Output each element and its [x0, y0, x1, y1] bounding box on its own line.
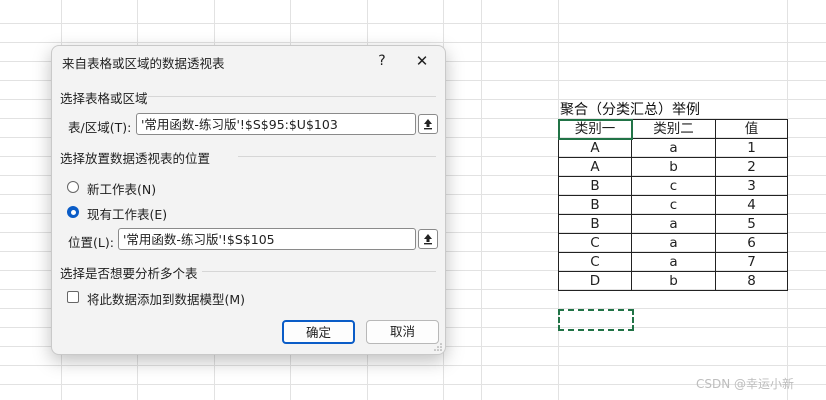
- table-cell[interactable]: A: [558, 157, 632, 177]
- divider: [202, 271, 436, 272]
- close-icon: ✕: [415, 52, 429, 70]
- range-input[interactable]: '常用函数-练习版'!$S$95:$U$103: [136, 113, 416, 135]
- collapse-arrow-icon: [424, 234, 432, 245]
- pivot-table-dialog: 来自表格或区域的数据透视表 ? ✕ 选择表格或区域 表/区域(T): '常用函数…: [51, 45, 446, 355]
- table-row: C a 7: [558, 252, 788, 272]
- radio-new-worksheet[interactable]: [67, 181, 79, 193]
- header-cell[interactable]: 类别一: [557, 118, 633, 140]
- watermark: CSDN @幸运小新: [696, 377, 795, 391]
- location-picker-button[interactable]: [418, 229, 438, 249]
- table-cell[interactable]: D: [558, 271, 632, 291]
- dialog-title: 来自表格或区域的数据透视表: [62, 56, 225, 71]
- table-cell[interactable]: b: [631, 157, 716, 177]
- range-picker-button[interactable]: [418, 114, 438, 134]
- table-header-row: 类别一 类别二 值: [557, 118, 788, 140]
- collapse-arrow-icon: [424, 119, 432, 130]
- table-cell[interactable]: C: [558, 233, 632, 253]
- table-cell[interactable]: 7: [715, 252, 788, 272]
- section-source-label: 选择表格或区域: [60, 91, 148, 106]
- dialog-titlebar[interactable]: 来自表格或区域的数据透视表 ? ✕: [52, 46, 445, 76]
- table-cell[interactable]: 1: [715, 138, 788, 158]
- option-existing-worksheet-label[interactable]: 现有工作表(E): [87, 204, 167, 223]
- help-button[interactable]: ?: [372, 51, 392, 71]
- table-cell[interactable]: B: [558, 176, 632, 196]
- table-cell[interactable]: C: [558, 252, 632, 272]
- divider: [148, 96, 436, 97]
- table-cell[interactable]: 4: [715, 195, 788, 215]
- table-cell[interactable]: b: [631, 271, 716, 291]
- divider: [238, 156, 436, 157]
- option-new-worksheet-label[interactable]: 新工作表(N): [87, 179, 156, 198]
- table-cell[interactable]: c: [631, 176, 716, 196]
- table-cell[interactable]: a: [631, 138, 716, 158]
- location-input[interactable]: '常用函数-练习版'!$S$105: [118, 228, 416, 250]
- header-cell[interactable]: 类别二: [631, 119, 716, 139]
- sheet-table-title: 聚合（分类汇总）举例: [560, 102, 700, 118]
- range-label: 表/区域(T):: [68, 120, 132, 135]
- sheet-data-table: 类别一 类别二 值 A a 1 A b 2 B c 3 B c 4 B a 5: [557, 118, 788, 291]
- table-cell[interactable]: B: [558, 195, 632, 215]
- section-location-label: 选择放置数据透视表的位置: [60, 151, 211, 166]
- section-multi-label: 选择是否想要分析多个表: [60, 266, 198, 281]
- header-cell[interactable]: 值: [715, 119, 788, 139]
- table-cell[interactable]: a: [631, 214, 716, 234]
- radio-existing-worksheet[interactable]: [67, 206, 79, 218]
- resize-grip-icon[interactable]: [434, 343, 442, 351]
- table-cell[interactable]: c: [631, 195, 716, 215]
- table-row: C a 6: [558, 233, 788, 253]
- table-cell[interactable]: a: [631, 233, 716, 253]
- table-row: B c 4: [558, 195, 788, 215]
- table-cell[interactable]: 2: [715, 157, 788, 177]
- table-cell[interactable]: A: [558, 138, 632, 158]
- table-row: B c 3: [558, 176, 788, 196]
- table-row: A b 2: [558, 157, 788, 177]
- table-cell[interactable]: B: [558, 214, 632, 234]
- ok-button[interactable]: 确定: [282, 320, 355, 344]
- datamodel-label[interactable]: 将此数据添加到数据模型(M): [87, 289, 245, 308]
- location-label: 位置(L):: [68, 235, 114, 250]
- table-cell[interactable]: 6: [715, 233, 788, 253]
- table-cell[interactable]: 8: [715, 271, 788, 291]
- cancel-button[interactable]: 取消: [366, 320, 439, 344]
- table-cell[interactable]: 5: [715, 214, 788, 234]
- table-row: B a 5: [558, 214, 788, 234]
- close-button[interactable]: ✕: [410, 51, 434, 71]
- table-row: D b 8: [558, 271, 788, 291]
- target-cell-marquee[interactable]: [558, 309, 634, 331]
- datamodel-checkbox[interactable]: [67, 291, 79, 303]
- table-row: A a 1: [558, 138, 788, 158]
- table-cell[interactable]: a: [631, 252, 716, 272]
- table-cell[interactable]: 3: [715, 176, 788, 196]
